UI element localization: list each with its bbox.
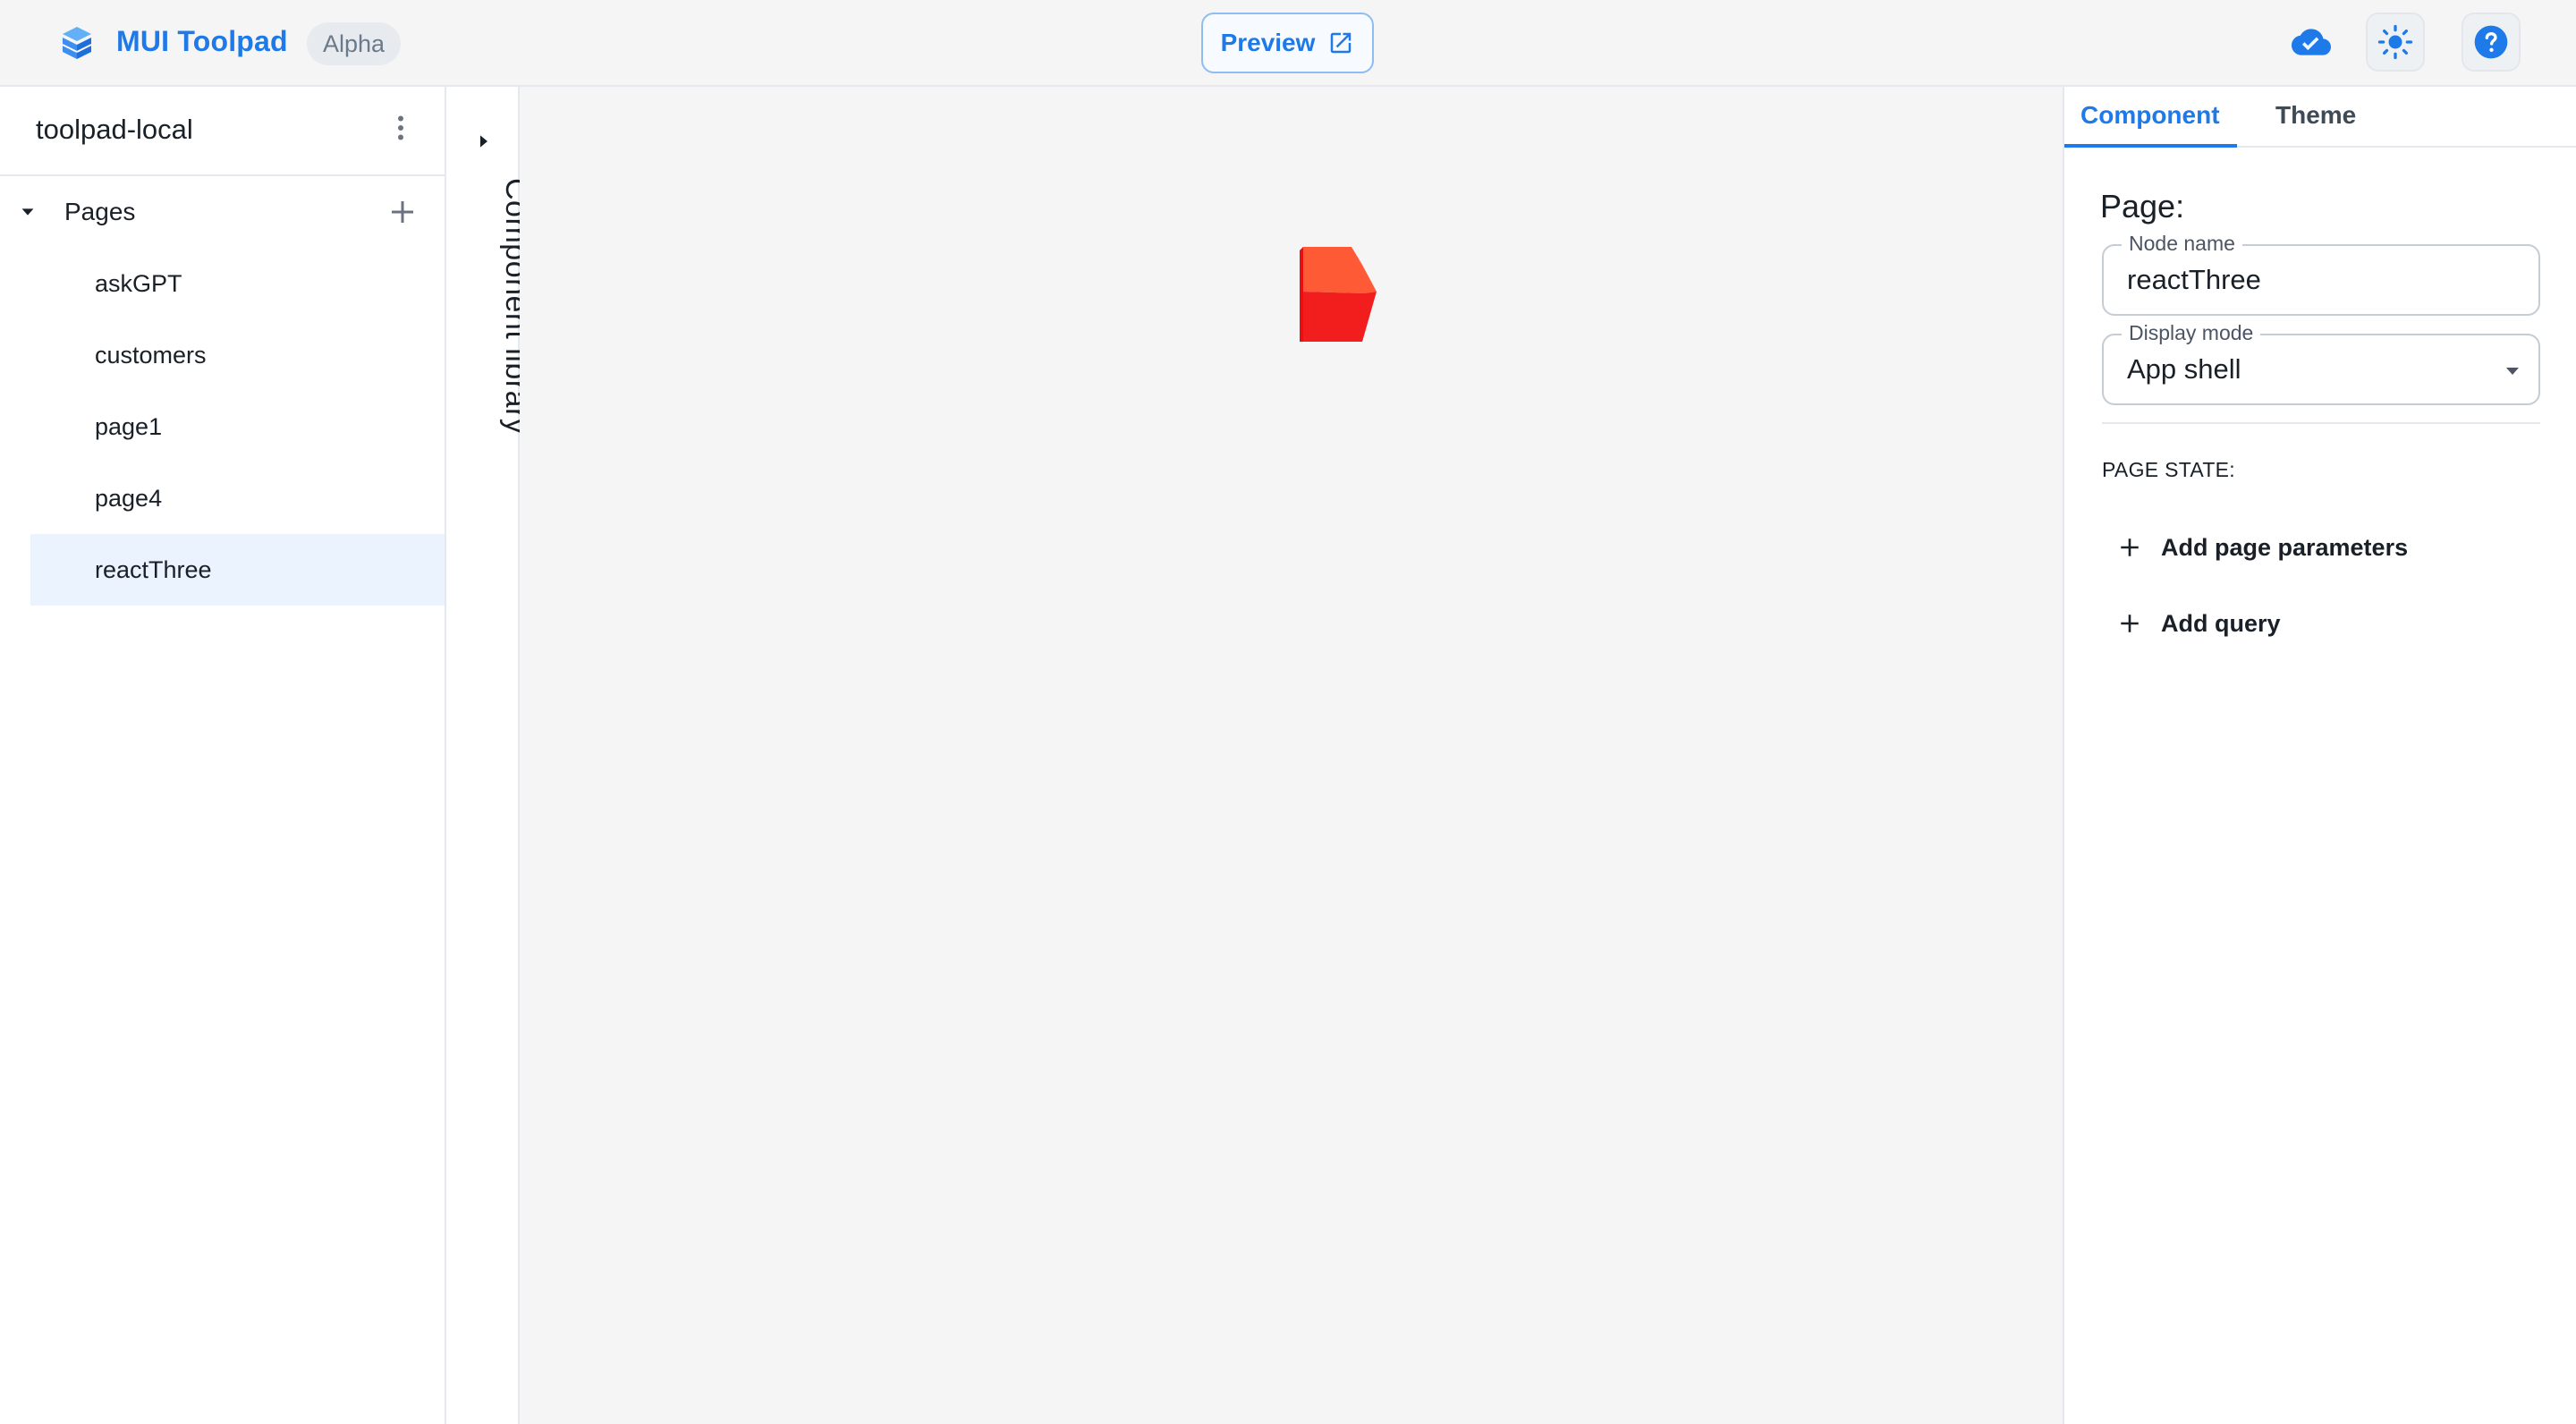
cloud-check-icon[interactable]: [2282, 13, 2341, 72]
pages-tree-header[interactable]: Pages: [0, 176, 445, 248]
pages-label: Pages: [64, 198, 136, 225]
chevron-down-icon[interactable]: [2504, 366, 2521, 377]
sun-icon[interactable]: [2366, 13, 2425, 72]
page-item-customers[interactable]: customers: [30, 319, 445, 391]
page-item-reactthree[interactable]: reactThree: [30, 534, 445, 606]
caret-down-icon[interactable]: [18, 202, 38, 222]
tab-theme[interactable]: Theme: [2275, 101, 2356, 130]
caret-right-icon[interactable]: [477, 131, 491, 151]
add-icon: [2121, 538, 2139, 556]
active-tab-indicator: [2064, 144, 2237, 148]
display-mode-value[interactable]: App shell: [2127, 353, 2241, 386]
add-page-parameters-button[interactable]: Add page parameters: [2118, 525, 2408, 570]
tab-component[interactable]: Component: [2080, 101, 2220, 130]
page-item-askgpt[interactable]: askGPT: [30, 248, 445, 319]
red-cube-3d: [1300, 247, 1377, 342]
node-name-legend: Node name: [2122, 232, 2242, 256]
display-mode-legend: Display mode: [2122, 321, 2261, 345]
node-name-field[interactable]: Node name reactThree: [2102, 232, 2540, 316]
add-query-label: Add query: [2161, 609, 2281, 637]
pages-sidebar: toolpad-local Pages askGPT customers pag…: [0, 87, 446, 1424]
app-name: toolpad-local: [36, 114, 193, 145]
display-mode-select[interactable]: Display mode App shell: [2102, 321, 2540, 405]
page-section-title: Page:: [2100, 188, 2185, 225]
add-page-icon[interactable]: [386, 196, 419, 228]
help-icon[interactable]: [2462, 13, 2521, 72]
preview-label: Preview: [1220, 29, 1316, 56]
add-icon: [2121, 615, 2139, 632]
page-state-label: PAGE STATE:: [2102, 458, 2235, 481]
add-page-parameters-label: Add page parameters: [2161, 533, 2409, 561]
component-library-rail[interactable]: Component library: [446, 87, 533, 1424]
inspector-tabs: Component Theme: [2064, 87, 2576, 148]
node-name-value[interactable]: reactThree: [2127, 264, 2261, 296]
toolpad-logo-icon: [62, 27, 92, 59]
preview-button[interactable]: Preview: [1201, 13, 1374, 73]
alpha-badge: Alpha: [307, 22, 402, 65]
page-item-page1[interactable]: page1: [30, 391, 445, 462]
brand-title[interactable]: MUI Toolpad: [116, 25, 288, 58]
more-vert-icon[interactable]: [385, 112, 417, 144]
page-item-page4[interactable]: page4: [30, 462, 445, 534]
add-query-button[interactable]: Add query: [2118, 601, 2281, 646]
app-header: MUI Toolpad Alpha Preview: [0, 0, 2576, 87]
inspector-divider: [2102, 422, 2540, 424]
inspector-panel: Component Theme Page: Node name reactThr…: [2063, 87, 2576, 1424]
open-in-new-icon: [1331, 32, 1352, 54]
editor-canvas[interactable]: [520, 87, 2063, 1424]
